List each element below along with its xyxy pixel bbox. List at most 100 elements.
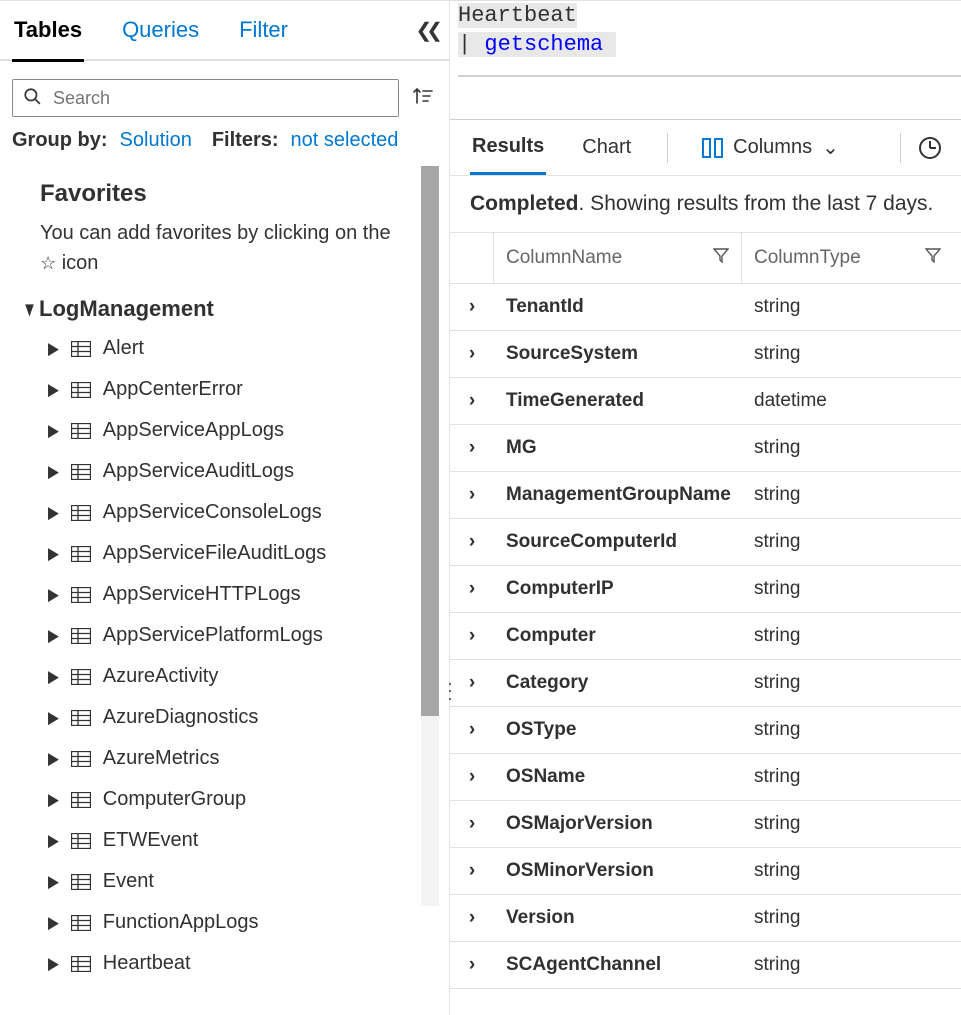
table-item[interactable]: ▶AppServicePlatformLogs bbox=[30, 615, 409, 656]
caret-right-icon: ▶ bbox=[48, 830, 59, 850]
cell-columntype: string bbox=[742, 519, 961, 565]
cell-columnname: TenantId bbox=[494, 284, 742, 330]
table-item[interactable]: ▶AppServiceAppLogs bbox=[30, 410, 409, 451]
table-row[interactable]: ›SourceComputerIdstring bbox=[450, 519, 961, 566]
search-input[interactable] bbox=[51, 87, 388, 110]
expand-row-icon[interactable]: › bbox=[450, 895, 494, 941]
table-item[interactable]: ▶AzureMetrics bbox=[30, 738, 409, 779]
filter-icon[interactable] bbox=[713, 247, 729, 269]
table-row[interactable]: ›TenantIdstring bbox=[450, 284, 961, 331]
caret-right-icon: ▶ bbox=[48, 584, 59, 604]
table-row[interactable]: ›OSMajorVersionstring bbox=[450, 801, 961, 848]
table-item[interactable]: ▶AppServiceFileAuditLogs bbox=[30, 533, 409, 574]
editor-token-keyword: getschema bbox=[484, 32, 616, 57]
cell-columnname: OSMajorVersion bbox=[494, 801, 742, 847]
status-line: Completed. Showing results from the last… bbox=[450, 176, 961, 232]
group-logmanagement[interactable]: ▾ LogManagement bbox=[24, 296, 409, 322]
columns-button[interactable]: Columns ⌄ bbox=[702, 135, 839, 160]
table-row[interactable]: ›ComputerIPstring bbox=[450, 566, 961, 613]
caret-right-icon: ▶ bbox=[48, 707, 59, 727]
table-item[interactable]: ▶FunctionAppLogs bbox=[30, 902, 409, 943]
table-item-label: AzureActivity bbox=[103, 665, 219, 688]
cell-columnname: TimeGenerated bbox=[494, 378, 742, 424]
table-item[interactable]: ▶AzureDiagnostics bbox=[30, 697, 409, 738]
table-item[interactable]: ▶Event bbox=[30, 861, 409, 902]
table-item[interactable]: ▶ComputerGroup bbox=[30, 779, 409, 820]
expand-row-icon[interactable]: › bbox=[450, 378, 494, 424]
search-input-wrap[interactable] bbox=[12, 79, 399, 117]
filters-value[interactable]: not selected bbox=[291, 129, 399, 152]
filters-label: Filters: bbox=[212, 129, 279, 152]
table-row[interactable]: ›OSMinorVersionstring bbox=[450, 848, 961, 895]
table-item[interactable]: ▶ETWEvent bbox=[30, 820, 409, 861]
table-row[interactable]: ›ManagementGroupNamestring bbox=[450, 472, 961, 519]
caret-right-icon: ▶ bbox=[48, 625, 59, 645]
col-header-columnname[interactable]: ColumnName bbox=[506, 247, 622, 269]
cell-columntype: string bbox=[742, 754, 961, 800]
table-row[interactable]: ›SourceSystemstring bbox=[450, 331, 961, 378]
table-row[interactable]: ›OSNamestring bbox=[450, 754, 961, 801]
table-item[interactable]: ▶AppCenterError bbox=[30, 369, 409, 410]
col-header-columntype[interactable]: ColumnType bbox=[754, 247, 861, 269]
table-row[interactable]: ›Categorystring bbox=[450, 660, 961, 707]
divider bbox=[900, 133, 901, 163]
expand-row-icon[interactable]: › bbox=[450, 284, 494, 330]
table-icon bbox=[71, 915, 91, 931]
expand-row-icon[interactable]: › bbox=[450, 425, 494, 471]
query-editor[interactable]: Heartbeat | getschema bbox=[450, 1, 961, 120]
table-icon bbox=[71, 505, 91, 521]
table-row[interactable]: ›Versionstring bbox=[450, 895, 961, 942]
cell-columnname: SourceComputerId bbox=[494, 519, 742, 565]
expand-row-icon[interactable]: › bbox=[450, 331, 494, 377]
table-item-label: Heartbeat bbox=[103, 952, 191, 975]
tab-filter[interactable]: Filter bbox=[237, 1, 290, 59]
tab-queries[interactable]: Queries bbox=[120, 1, 201, 59]
table-row[interactable]: ›Computerstring bbox=[450, 613, 961, 660]
collapse-panel-icon[interactable]: ❮❮ bbox=[415, 18, 437, 43]
expand-row-icon[interactable]: › bbox=[450, 754, 494, 800]
expand-row-icon[interactable]: › bbox=[450, 472, 494, 518]
table-item[interactable]: ▶Alert bbox=[30, 328, 409, 369]
cell-columntype: string bbox=[742, 331, 961, 377]
expand-row-icon[interactable]: › bbox=[450, 519, 494, 565]
expand-row-icon[interactable]: › bbox=[450, 707, 494, 753]
splitter-handle-icon[interactable]: ··· bbox=[447, 680, 453, 702]
table-row[interactable]: ›OSTypestring bbox=[450, 707, 961, 754]
filter-icon[interactable] bbox=[925, 247, 941, 269]
table-row[interactable]: ›SCAgentChannelstring bbox=[450, 942, 961, 989]
expand-row-icon[interactable]: › bbox=[450, 848, 494, 894]
tables-scroll[interactable]: Favorites You can add favorites by click… bbox=[0, 166, 449, 1015]
expand-row-icon[interactable]: › bbox=[450, 801, 494, 847]
expand-row-icon[interactable]: › bbox=[450, 566, 494, 612]
table-item[interactable]: ▶AppServiceConsoleLogs bbox=[30, 492, 409, 533]
expand-row-icon[interactable]: › bbox=[450, 613, 494, 659]
table-item[interactable]: ▶Heartbeat bbox=[30, 943, 409, 984]
table-item[interactable]: ▶AppServiceAuditLogs bbox=[30, 451, 409, 492]
expand-row-icon[interactable]: › bbox=[450, 942, 494, 988]
clock-icon[interactable] bbox=[919, 137, 941, 159]
cell-columnname: OSMinorVersion bbox=[494, 848, 742, 894]
cell-columnname: SCAgentChannel bbox=[494, 942, 742, 988]
cell-columntype: string bbox=[742, 848, 961, 894]
table-item-label: AppServiceConsoleLogs bbox=[103, 501, 322, 524]
table-item-label: Event bbox=[103, 870, 154, 893]
table-row[interactable]: ›MGstring bbox=[450, 425, 961, 472]
cell-columnname: OSName bbox=[494, 754, 742, 800]
editor-token-table: Heartbeat bbox=[458, 3, 577, 28]
editor-token-pipe: | bbox=[458, 32, 484, 57]
tab-results[interactable]: Results bbox=[470, 121, 546, 175]
tab-tables[interactable]: Tables bbox=[12, 1, 84, 62]
star-icon: ☆ bbox=[40, 253, 56, 273]
cell-columntype: string bbox=[742, 284, 961, 330]
caret-down-icon: ▾ bbox=[26, 296, 34, 322]
sort-icon[interactable] bbox=[409, 85, 437, 112]
columns-label: Columns bbox=[733, 136, 812, 159]
expand-row-icon[interactable]: › bbox=[450, 660, 494, 706]
table-item-label: AppServiceAppLogs bbox=[103, 419, 284, 442]
table-row[interactable]: ›TimeGenerateddatetime bbox=[450, 378, 961, 425]
table-item[interactable]: ▶AzureActivity bbox=[30, 656, 409, 697]
groupby-value[interactable]: Solution bbox=[120, 129, 192, 152]
table-item[interactable]: ▶AppServiceHTTPLogs bbox=[30, 574, 409, 615]
tab-chart[interactable]: Chart bbox=[580, 122, 633, 173]
cell-columnname: Computer bbox=[494, 613, 742, 659]
